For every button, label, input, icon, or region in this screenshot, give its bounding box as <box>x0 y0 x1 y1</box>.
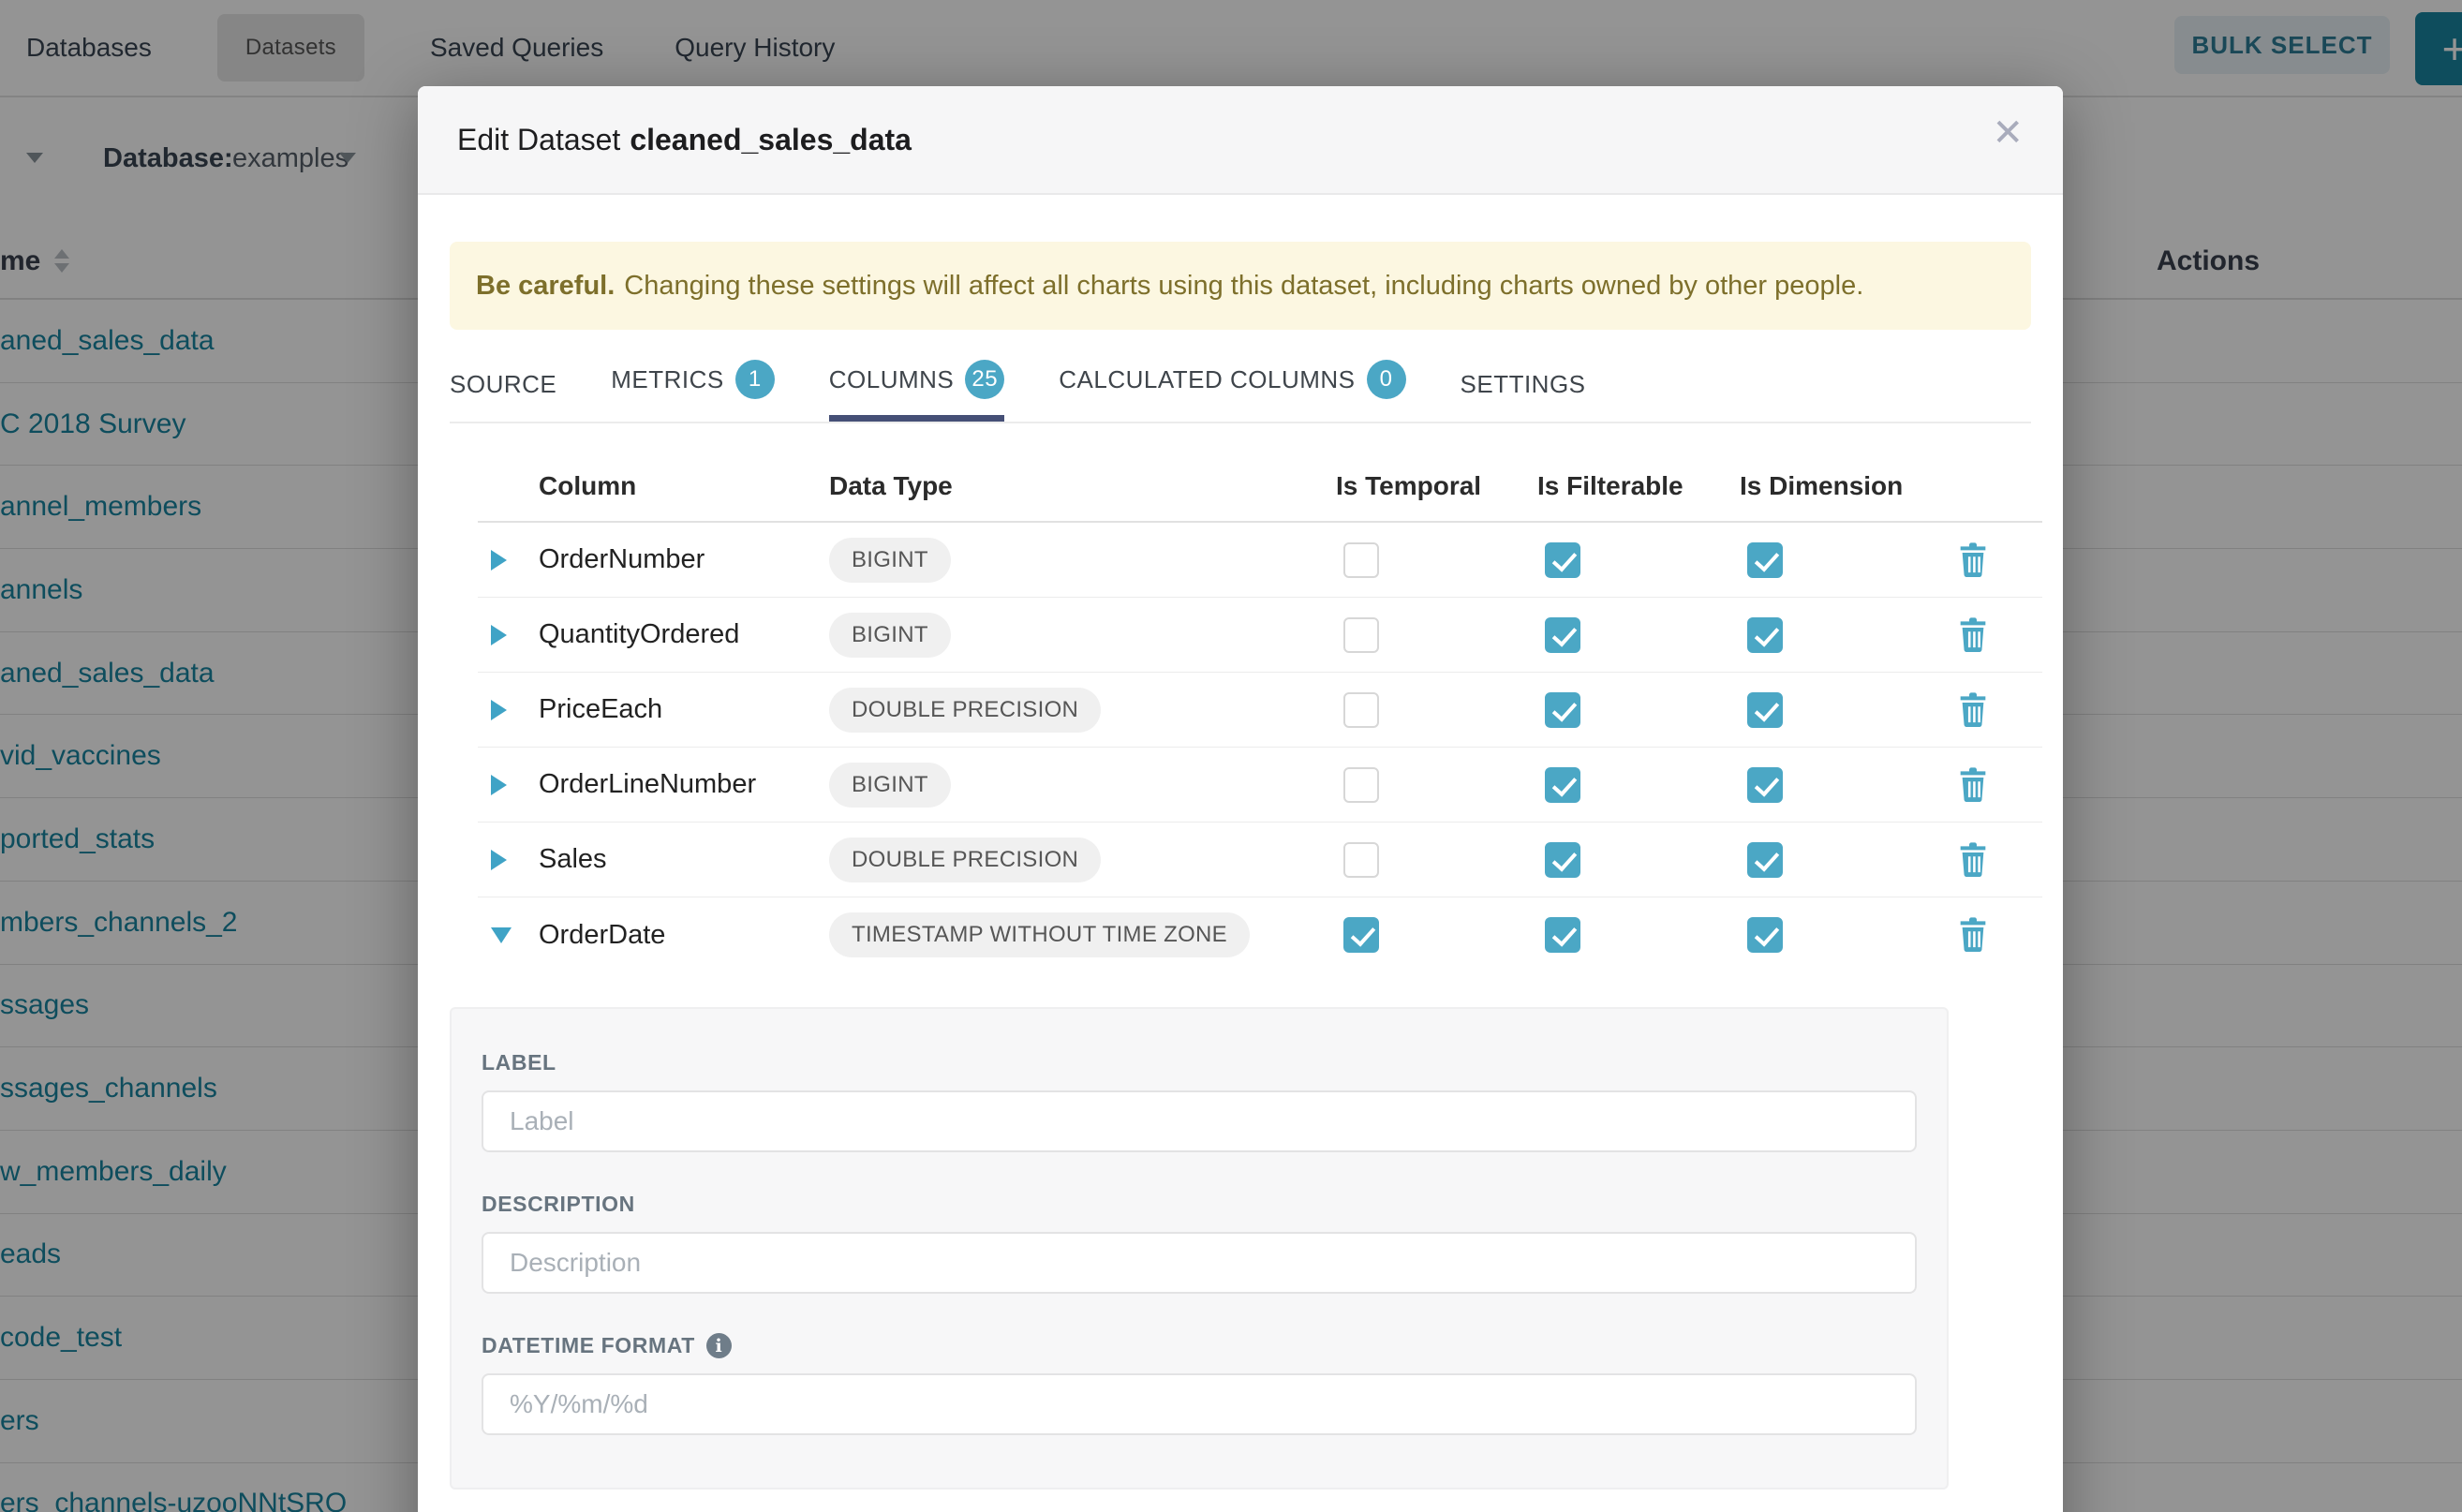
column-name: OrderNumber <box>539 544 829 575</box>
column-name: QuantityOrdered <box>539 619 829 650</box>
tab-label: CALCULATED COLUMNS <box>1059 365 1355 394</box>
data-type-pill: DOUBLE PRECISION <box>829 838 1101 882</box>
tab-count-badge: 1 <box>735 360 775 399</box>
is-temporal-checkbox[interactable] <box>1343 617 1379 653</box>
is-filterable-checkbox[interactable] <box>1545 917 1580 953</box>
is-dimension-checkbox[interactable] <box>1747 542 1783 578</box>
data-type-pill: TIMESTAMP WITHOUT TIME ZONE <box>829 912 1250 957</box>
tab-count-badge: 25 <box>965 360 1004 399</box>
is-dimension-checkbox[interactable] <box>1747 842 1783 878</box>
is-dimension-checkbox[interactable] <box>1747 917 1783 953</box>
columns-table-header: Column Data Type Is Temporal Is Filterab… <box>478 452 2042 523</box>
edit-dataset-modal: Edit Dataset cleaned_sales_data ✕ Be care… <box>418 86 2063 1512</box>
data-type-pill: BIGINT <box>829 538 951 583</box>
column-name: OrderDate <box>539 920 829 951</box>
is-dimension-checkbox[interactable] <box>1747 617 1783 653</box>
tab-columns[interactable]: COLUMNS 25 <box>829 360 1005 422</box>
tab-label: SOURCE <box>450 370 556 399</box>
label-field-label: LABEL <box>482 1050 1917 1075</box>
tab-label: COLUMNS <box>829 365 955 394</box>
column-row: OrderDate TIMESTAMP WITHOUT TIME ZONE <box>478 897 2042 972</box>
modal-header: Edit Dataset cleaned_sales_data ✕ <box>418 86 2063 195</box>
is-temporal-checkbox[interactable] <box>1343 917 1379 953</box>
is-filterable-checkbox[interactable] <box>1545 617 1580 653</box>
expand-caret-icon[interactable] <box>478 775 539 795</box>
tab-calculated-columns[interactable]: CALCULATED COLUMNS 0 <box>1059 360 1405 422</box>
column-row: QuantityOrdered BIGINT <box>478 598 2042 673</box>
is-dimension-checkbox[interactable] <box>1747 767 1783 803</box>
description-input[interactable] <box>482 1232 1917 1294</box>
column-name: PriceEach <box>539 694 829 725</box>
description-field-label-text: DESCRIPTION <box>482 1192 635 1217</box>
data-type-pill: BIGINT <box>829 613 951 658</box>
is-dimension-header: Is Dimension <box>1740 471 1946 501</box>
column-header: Column <box>539 471 829 501</box>
datetime-format-field-label: DATETIME FORMAT i <box>482 1333 1917 1358</box>
column-name: Sales <box>539 844 829 875</box>
expand-caret-icon[interactable] <box>478 927 539 943</box>
data-type-pill: BIGINT <box>829 763 951 808</box>
modal-tabs: SOURCE METRICS 1 COLUMNS 25 CALCULATED C… <box>450 354 2031 423</box>
modal-title-dataset-name: cleaned_sales_data <box>630 123 912 156</box>
data-type-header: Data Type <box>829 471 1336 501</box>
is-dimension-checkbox[interactable] <box>1747 692 1783 728</box>
is-temporal-checkbox[interactable] <box>1343 767 1379 803</box>
label-input[interactable] <box>482 1090 1917 1152</box>
expand-caret-icon[interactable] <box>478 850 539 870</box>
column-row: Sales DOUBLE PRECISION <box>478 823 2042 897</box>
close-icon[interactable]: ✕ <box>1992 114 2024 152</box>
modal-title-prefix: Edit Dataset <box>457 123 620 156</box>
delete-icon[interactable] <box>1958 767 1988 803</box>
is-filterable-checkbox[interactable] <box>1545 692 1580 728</box>
tab-label: SETTINGS <box>1461 370 1586 399</box>
datetime-format-input[interactable] <box>482 1373 1917 1435</box>
tab-metrics[interactable]: METRICS 1 <box>611 360 775 422</box>
expand-caret-icon[interactable] <box>478 625 539 645</box>
is-temporal-header: Is Temporal <box>1336 471 1537 501</box>
is-filterable-checkbox[interactable] <box>1545 842 1580 878</box>
delete-icon[interactable] <box>1958 842 1988 878</box>
column-row: OrderNumber BIGINT <box>478 523 2042 598</box>
is-filterable-checkbox[interactable] <box>1545 542 1580 578</box>
warning-banner: Be careful. Changing these settings will… <box>450 242 2031 330</box>
column-detail-panel: LABEL DESCRIPTION DATETIME FORMAT i <box>450 1007 1949 1490</box>
description-field-label: DESCRIPTION <box>482 1192 1917 1217</box>
columns-table: Column Data Type Is Temporal Is Filterab… <box>478 452 2042 972</box>
modal-body: Be careful. Changing these settings will… <box>418 242 2063 1490</box>
is-temporal-checkbox[interactable] <box>1343 542 1379 578</box>
is-filterable-header: Is Filterable <box>1537 471 1740 501</box>
label-field-label-text: LABEL <box>482 1050 556 1075</box>
is-temporal-checkbox[interactable] <box>1343 842 1379 878</box>
modal-title: Edit Dataset cleaned_sales_data <box>457 123 912 157</box>
warning-text: Changing these settings will affect all … <box>624 271 1863 302</box>
tab-settings[interactable]: SETTINGS <box>1461 370 1586 422</box>
tab-count-badge: 0 <box>1367 360 1406 399</box>
is-filterable-checkbox[interactable] <box>1545 767 1580 803</box>
delete-icon[interactable] <box>1958 617 1988 653</box>
column-name: OrderLineNumber <box>539 769 829 800</box>
delete-icon[interactable] <box>1958 692 1988 728</box>
delete-icon[interactable] <box>1958 917 1988 953</box>
warning-bold-text: Be careful. <box>476 271 615 302</box>
datetime-format-label-text: DATETIME FORMAT <box>482 1333 695 1358</box>
delete-icon[interactable] <box>1958 542 1988 578</box>
expand-caret-icon[interactable] <box>478 550 539 571</box>
expand-caret-icon[interactable] <box>478 700 539 720</box>
info-icon[interactable]: i <box>706 1333 732 1358</box>
tab-label: METRICS <box>611 365 724 394</box>
tab-source[interactable]: SOURCE <box>450 370 556 422</box>
is-temporal-checkbox[interactable] <box>1343 692 1379 728</box>
data-type-pill: DOUBLE PRECISION <box>829 688 1101 733</box>
column-row: PriceEach DOUBLE PRECISION <box>478 673 2042 748</box>
screen: Databases Datasets Saved Queries Query H… <box>0 0 2462 1512</box>
column-row: OrderLineNumber BIGINT <box>478 748 2042 823</box>
columns-table-body: OrderNumber BIGINT QuantityOrdered BIGIN… <box>478 523 2042 972</box>
